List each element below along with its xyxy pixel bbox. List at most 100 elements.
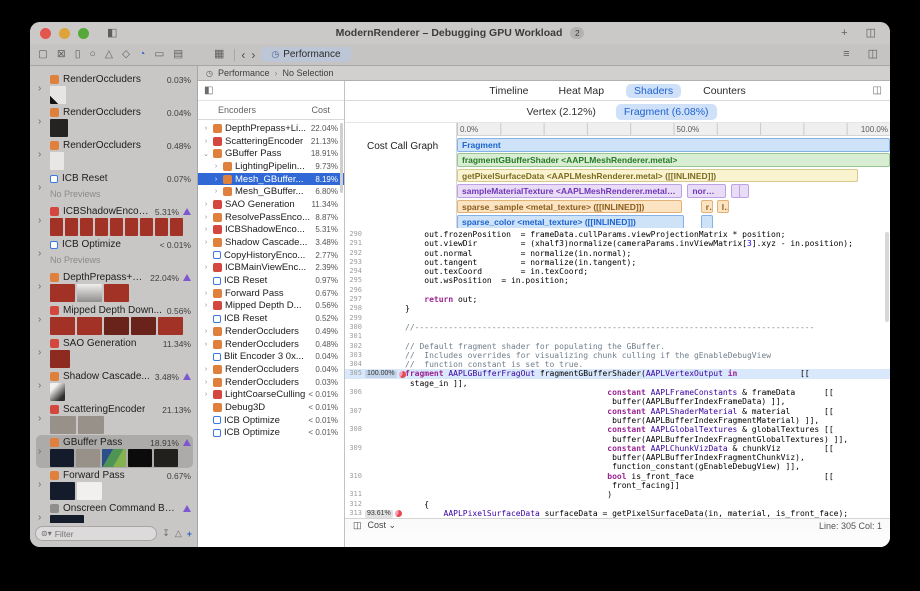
warning-filter-icon[interactable]: △	[175, 528, 182, 539]
disclosure-chevron-icon[interactable]: ›	[38, 149, 48, 160]
project-navigator-icon[interactable]: ▢	[38, 49, 48, 60]
attachment-thumbnail[interactable]	[50, 416, 76, 434]
encoder-row[interactable]: ›ScatteringEncoder21.13%	[198, 135, 344, 148]
encoder-row[interactable]: ›SAO Generation11.34%	[198, 198, 344, 211]
disclosure-chevron-icon[interactable]: ›	[202, 125, 210, 132]
attachment-thumbnail[interactable]	[110, 218, 123, 236]
disclosure-chevron-icon[interactable]: ›	[212, 188, 220, 195]
attachment-thumbnail[interactable]	[78, 416, 104, 434]
code-line[interactable]: 297 return out;	[345, 295, 890, 304]
attachment-thumbnail[interactable]	[154, 449, 178, 467]
code-line[interactable]: 309 constant AAPLChunkVizData & chunkViz…	[345, 444, 890, 453]
flame-bar[interactable]: normalize…	[687, 184, 726, 198]
attachment-thumbnail[interactable]	[50, 86, 66, 104]
attachment-thumbnail[interactable]	[77, 482, 102, 500]
attachment-thumbnail[interactable]	[50, 482, 75, 500]
column-header-cost[interactable]: Cost	[311, 105, 344, 115]
disclosure-chevron-icon[interactable]: ›	[202, 302, 210, 309]
disclosure-chevron-icon[interactable]: ›	[38, 116, 48, 127]
encoder-row[interactable]: CopyHistoryEnco...2.77%	[198, 249, 344, 262]
encoder-row[interactable]: ›Forward Pass0.67%	[198, 287, 344, 300]
code-line[interactable]: 290 out.frozenPosition = frameData.cullP…	[345, 230, 890, 239]
disclosure-chevron-icon[interactable]: ›	[38, 446, 48, 457]
flame-bar[interactable]: l…	[717, 200, 730, 214]
code-line[interactable]: buffer(AAPLBufferIndexFragmentGlobalText…	[345, 435, 890, 444]
tab-counters[interactable]: Counters	[695, 84, 754, 98]
attachment-thumbnail[interactable]	[104, 317, 129, 335]
encoder-row[interactable]: ›Mesh_GBuffer...8.19%	[198, 173, 344, 186]
flame-bar[interactable]	[739, 184, 749, 198]
encoder-row[interactable]: ›Mipped Depth D...0.56%	[198, 300, 344, 313]
code-line[interactable]: 301	[345, 332, 890, 341]
find-navigator-icon[interactable]: ○	[90, 49, 96, 60]
disclosure-chevron-icon[interactable]: ›	[202, 226, 210, 233]
attachment-thumbnail[interactable]	[77, 317, 102, 335]
code-line[interactable]: 311 )	[345, 490, 890, 499]
code-line[interactable]: 293 out.tangent = normalize(in.tangent);	[345, 258, 890, 267]
zoom-button[interactable]	[78, 28, 89, 39]
disclosure-chevron-icon[interactable]: ›	[212, 163, 220, 170]
attachment-thumbnail[interactable]	[158, 317, 183, 335]
flatten-hierarchy-icon[interactable]: ↧	[162, 528, 170, 539]
attachment-thumbnail[interactable]	[50, 152, 64, 170]
code-line[interactable]: 300//-----------------------------------…	[345, 323, 890, 332]
bookmark-navigator-icon[interactable]: ▯	[75, 49, 81, 60]
test-navigator-icon[interactable]: ◇	[122, 49, 130, 60]
encoder-row[interactable]: ICB Reset0.52%	[198, 312, 344, 325]
pass-item[interactable]: ›DepthPrepass+Li...22.04%	[36, 270, 193, 303]
attachment-thumbnail[interactable]	[125, 218, 138, 236]
encoder-row[interactable]: ›ResolvePassEnco...8.87%	[198, 211, 344, 224]
attachment-thumbnail[interactable]	[155, 218, 168, 236]
code-line[interactable]: buffer(AAPLBufferIndexFrameData) ]],	[345, 397, 890, 406]
disclosure-chevron-icon[interactable]: ›	[202, 239, 210, 246]
disclosure-chevron-icon[interactable]: ›	[202, 201, 210, 208]
disclosure-chevron-icon[interactable]: ›	[38, 314, 48, 325]
encoder-row[interactable]: ›RenderOccluders0.48%	[198, 338, 344, 351]
disclosure-chevron-icon[interactable]: ›	[202, 379, 210, 386]
close-button[interactable]	[40, 28, 51, 39]
encoder-row[interactable]: ›DepthPrepass+Li...22.04%	[198, 122, 344, 135]
disclosure-chevron-icon[interactable]: ›	[38, 347, 48, 358]
disclosure-chevron-icon[interactable]: ›	[38, 281, 48, 292]
attachment-thumbnail[interactable]	[50, 284, 75, 302]
attachment-thumbnail[interactable]	[80, 218, 93, 236]
code-line[interactable]: 305100.00%fragment AAPLGBufferFragOut fr…	[345, 369, 890, 378]
pass-item[interactable]: ›SAO Generation11.34%	[36, 336, 193, 369]
attachment-thumbnail[interactable]	[170, 218, 183, 236]
split-editor-icon[interactable]: ◫	[862, 28, 880, 39]
disclosure-chevron-icon[interactable]: ›	[202, 138, 210, 145]
code-line[interactable]: 310 bool is_front_face [[	[345, 472, 890, 481]
forward-icon[interactable]: ›	[251, 49, 255, 61]
code-line[interactable]: function_constant(gEnableDebugView) ]],	[345, 462, 890, 471]
attachment-thumbnail[interactable]	[140, 218, 153, 236]
add-filter-icon[interactable]: +	[187, 529, 192, 539]
code-line[interactable]: front_facing]]	[345, 481, 890, 490]
pass-item[interactable]: ›Mipped Depth Down...0.56%	[36, 303, 193, 336]
encoder-row[interactable]: ICB Optimize< 0.01%	[198, 414, 344, 427]
code-line[interactable]: 294 out.texCoord = in.texCoord;	[345, 267, 890, 276]
pass-item[interactable]: ›ScatteringEncoder21.13%	[36, 402, 193, 435]
code-line[interactable]: 312 {	[345, 500, 890, 509]
pass-item[interactable]: ›Onscreen Command Buffer	[36, 501, 193, 523]
breakpoint-navigator-icon[interactable]: ▭	[154, 49, 164, 60]
disclosure-chevron-icon[interactable]: ›	[38, 215, 48, 226]
disclosure-chevron-icon[interactable]: ›	[202, 290, 210, 297]
panel-toggle-icon[interactable]: ◫	[353, 520, 362, 531]
code-line[interactable]: 31393.61% AAPLPixelSurfaceData surfaceDa…	[345, 509, 890, 518]
tab-heat-map[interactable]: Heat Map	[551, 84, 613, 98]
code-line[interactable]: buffer(AAPLBufferIndexFragmentChunkViz),	[345, 453, 890, 462]
code-line[interactable]: 303// Includes overrides for visualizing…	[345, 351, 890, 360]
issue-navigator-icon[interactable]: △	[105, 49, 113, 60]
code-line[interactable]: 298}	[345, 304, 890, 313]
attachment-thumbnail[interactable]	[50, 383, 65, 401]
flame-bar[interactable]	[701, 215, 714, 228]
attachment-thumbnail[interactable]	[50, 350, 70, 368]
disclosure-chevron-icon[interactable]: ›	[38, 248, 48, 259]
breadcrumb-selection[interactable]: No Selection	[283, 68, 334, 78]
pass-item[interactable]: ›ICB Reset0.07%No Previews	[36, 171, 193, 204]
flame-bar[interactable]: fragmentGBufferShader <AAPLMeshRenderer.…	[457, 153, 890, 167]
tab-timeline[interactable]: Timeline	[481, 84, 536, 98]
scrollbar[interactable]	[340, 123, 343, 193]
encoder-row[interactable]: ›Mesh_GBuffer...6.80%	[198, 185, 344, 198]
disclosure-chevron-icon[interactable]: ›	[38, 413, 48, 424]
